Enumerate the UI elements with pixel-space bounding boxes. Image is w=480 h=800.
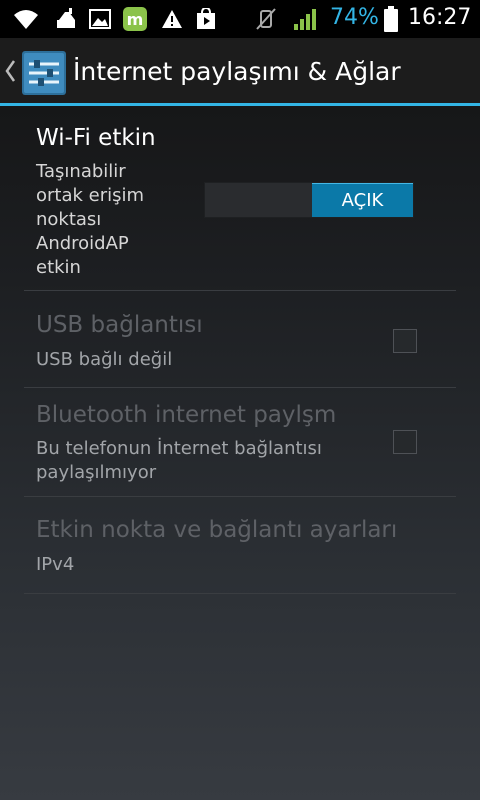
play-store-icon	[194, 6, 218, 32]
battery-percentage: 74%	[330, 5, 379, 30]
signal-icon	[292, 6, 318, 32]
clock: 16:27	[408, 5, 472, 30]
warning-icon	[160, 6, 184, 32]
action-bar-divider	[0, 103, 480, 106]
usb-tethering-summary: USB bağlı değil	[36, 349, 173, 370]
bluetooth-tethering-summary: Bu telefonun İnternet bağlantısı paylaşı…	[36, 438, 322, 483]
gallery-icon	[88, 6, 112, 32]
wifi-icon	[12, 6, 40, 32]
status-bar: m 74% 16:27	[0, 0, 480, 38]
action-bar: İnternet paylaşımı & Ağlar	[0, 38, 480, 106]
wifi-hotspot-title: Wi-Fi etkin	[36, 125, 156, 151]
bluetooth-tethering-title: Bluetooth internet paylşm	[36, 402, 337, 428]
back-chevron-icon[interactable]	[4, 58, 16, 84]
settings-sliders-icon[interactable]	[22, 51, 66, 99]
market-icon: m	[122, 6, 148, 32]
toggle-on-label: AÇIK	[312, 183, 413, 217]
wifi-hotspot-toggle[interactable]: AÇIK	[204, 182, 414, 218]
wifi-hotspot-summary: Taşınabilir ortak erişim noktası Android…	[36, 161, 145, 278]
svg-text:m: m	[127, 10, 144, 29]
usb-tethering-checkbox[interactable]	[393, 329, 417, 353]
settings-list: Wi-Fi etkin Taşınabilir ortak erişim nok…	[24, 108, 456, 594]
bluetooth-tethering-row[interactable]: Bluetooth internet paylşm Bu telefonun İ…	[24, 388, 456, 497]
mute-icon	[254, 6, 278, 32]
usb-tethering-row[interactable]: USB bağlantısı USB bağlı değil	[24, 291, 456, 388]
cleaner-icon	[54, 6, 80, 32]
hotspot-settings-title: Etkin nokta ve bağlantı ayarları	[36, 517, 398, 543]
wifi-hotspot-row[interactable]: Wi-Fi etkin Taşınabilir ortak erişim nok…	[24, 108, 456, 291]
hotspot-settings-summary: IPv4	[36, 554, 75, 575]
page-title: İnternet paylaşımı & Ağlar	[73, 57, 401, 86]
usb-tethering-title: USB bağlantısı	[36, 312, 203, 338]
bluetooth-tethering-checkbox[interactable]	[393, 430, 417, 454]
battery-icon	[382, 6, 400, 32]
hotspot-settings-row[interactable]: Etkin nokta ve bağlantı ayarları IPv4	[24, 497, 456, 594]
